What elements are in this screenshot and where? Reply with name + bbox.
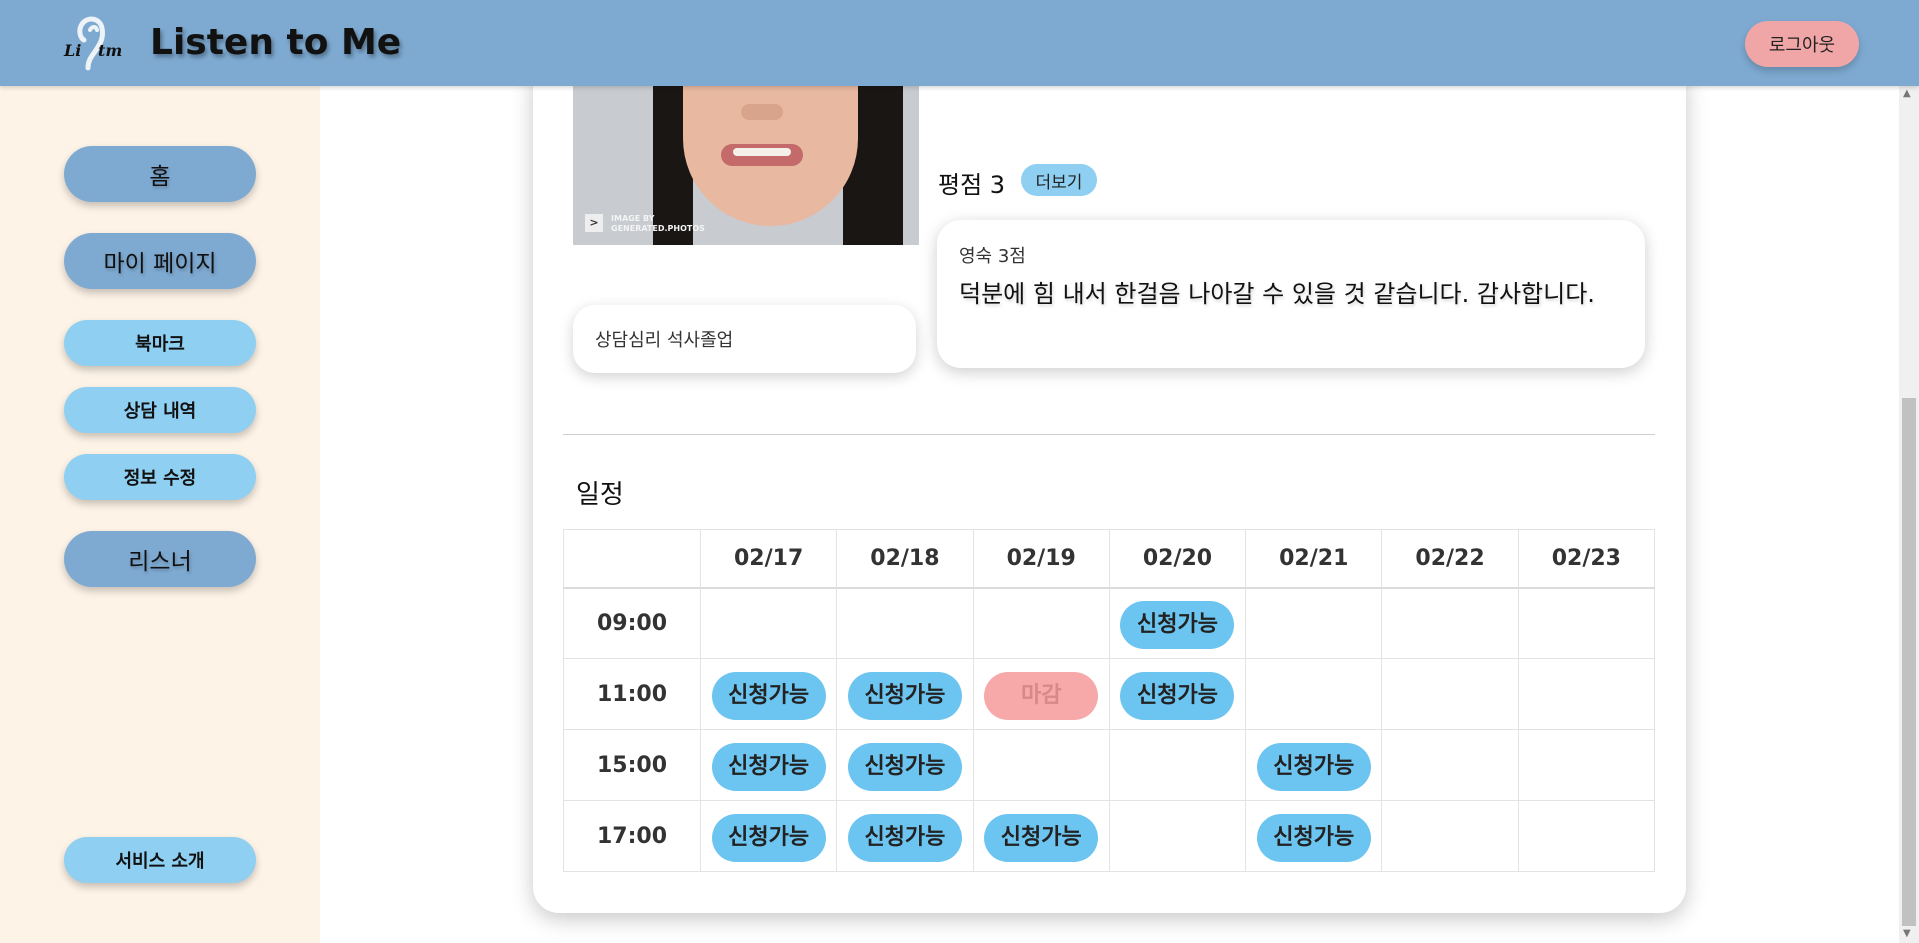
slot-available-button[interactable]: 신청가능 bbox=[847, 672, 962, 720]
schedule-cell: 신청가능 bbox=[1245, 800, 1383, 872]
date-header: 02/19 bbox=[972, 529, 1110, 589]
watermark-icon: > bbox=[585, 214, 603, 232]
schedule-cell bbox=[1517, 587, 1656, 659]
section-divider bbox=[563, 434, 1655, 435]
schedule-cell bbox=[1245, 658, 1383, 730]
sidebar-item-bookmark[interactable]: 북마크 bbox=[64, 320, 256, 366]
slot-available-button[interactable]: 신청가능 bbox=[1256, 743, 1371, 791]
rating-label: 평점 3 bbox=[938, 171, 1006, 199]
date-header: 02/18 bbox=[836, 529, 974, 589]
more-reviews-button[interactable]: 더보기 bbox=[1021, 164, 1097, 196]
schedule-header-row: 02/17 02/18 02/19 02/20 02/21 02/22 02/2… bbox=[563, 529, 1656, 589]
schedule-cell bbox=[1381, 800, 1519, 872]
schedule-title: 일정 bbox=[576, 480, 624, 510]
logo-ear-icon[interactable]: Li tm bbox=[62, 10, 130, 76]
schedule-row: 17:00 신청가능 신청가능 신청가능 신청가능 bbox=[563, 800, 1656, 872]
schedule-cell: 신청가능 bbox=[1108, 587, 1247, 659]
schedule-cell: 신청가능 bbox=[699, 658, 838, 730]
schedule-cell bbox=[836, 587, 974, 659]
review-card: 영숙 3점 덕분에 힘 내서 한걸음 나아갈 수 있을 것 같습니다. 감사합니… bbox=[937, 220, 1645, 368]
app-header: Li tm Listen to Me 로그아웃 bbox=[0, 0, 1919, 86]
schedule-cell bbox=[1108, 800, 1247, 872]
schedule-cell: 신청가능 bbox=[699, 800, 838, 872]
schedule-cell: 신청가능 bbox=[836, 800, 974, 872]
slot-available-button[interactable]: 신청가능 bbox=[984, 814, 1099, 862]
slot-available-button[interactable]: 신청가능 bbox=[847, 814, 962, 862]
scroll-down-arrow-icon[interactable]: ▼ bbox=[1903, 928, 1911, 939]
schedule-table: 02/17 02/18 02/19 02/20 02/21 02/22 02/2… bbox=[563, 529, 1656, 872]
sidebar: 홈 마이 페이지 북마크 상담 내역 정보 수정 리스너 서비스 소개 bbox=[0, 86, 320, 943]
schedule-cell bbox=[1517, 658, 1656, 730]
slot-available-button[interactable]: 신청가능 bbox=[711, 743, 826, 791]
date-header: 02/21 bbox=[1245, 529, 1383, 589]
sidebar-item-service-intro[interactable]: 서비스 소개 bbox=[64, 837, 256, 883]
review-author: 영숙 3점 bbox=[959, 246, 1026, 267]
date-header: 02/23 bbox=[1517, 529, 1656, 589]
slot-available-button[interactable]: 신청가능 bbox=[1256, 814, 1371, 862]
sidebar-item-counsel-history[interactable]: 상담 내역 bbox=[64, 387, 256, 433]
schedule-cell bbox=[1381, 587, 1519, 659]
scrollbar-thumb[interactable] bbox=[1902, 398, 1916, 926]
slot-available-button[interactable]: 신청가능 bbox=[847, 743, 962, 791]
sidebar-item-home[interactable]: 홈 bbox=[64, 146, 256, 202]
schedule-cell bbox=[1381, 729, 1519, 801]
schedule-cell bbox=[1108, 729, 1247, 801]
scroll-up-arrow-icon[interactable]: ▲ bbox=[1903, 88, 1911, 99]
svg-text:Li: Li bbox=[63, 41, 81, 60]
schedule-cell bbox=[1517, 729, 1656, 801]
education-box: 상담심리 석사졸업 bbox=[573, 305, 916, 373]
schedule-cell: 신청가능 bbox=[836, 729, 974, 801]
time-label: 15:00 bbox=[563, 729, 701, 801]
schedule-corner-cell bbox=[563, 529, 701, 589]
schedule-cell bbox=[1381, 658, 1519, 730]
app-title: Listen to Me bbox=[150, 22, 402, 63]
schedule-row: 11:00 신청가능 신청가능 마감 신청가능 bbox=[563, 658, 1656, 730]
sidebar-item-listener[interactable]: 리스너 bbox=[64, 531, 256, 587]
schedule-row: 15:00 신청가능 신청가능 신청가능 bbox=[563, 729, 1656, 801]
schedule-cell: 마감 bbox=[972, 658, 1110, 730]
schedule-cell bbox=[972, 587, 1110, 659]
slot-available-button[interactable]: 신청가능 bbox=[711, 672, 826, 720]
schedule-cell bbox=[1517, 800, 1656, 872]
schedule-cell: 신청가능 bbox=[972, 800, 1110, 872]
slot-available-button[interactable]: 신청가능 bbox=[1120, 672, 1235, 720]
svg-text:tm: tm bbox=[98, 41, 122, 60]
photo-watermark: > IMAGE BY GENERATED.PHOTOS bbox=[585, 214, 705, 234]
sidebar-item-edit-info[interactable]: 정보 수정 bbox=[64, 454, 256, 500]
schedule-cell: 신청가능 bbox=[1108, 658, 1247, 730]
time-label: 11:00 bbox=[563, 658, 701, 730]
schedule-cell bbox=[699, 587, 838, 659]
slot-available-button[interactable]: 신청가능 bbox=[711, 814, 826, 862]
date-header: 02/20 bbox=[1108, 529, 1247, 589]
time-label: 17:00 bbox=[563, 800, 701, 872]
schedule-cell: 신청가능 bbox=[699, 729, 838, 801]
schedule-cell bbox=[1245, 587, 1383, 659]
date-header: 02/17 bbox=[699, 529, 838, 589]
date-header: 02/22 bbox=[1381, 529, 1519, 589]
schedule-cell: 신청가능 bbox=[836, 658, 974, 730]
schedule-cell bbox=[972, 729, 1110, 801]
logout-button[interactable]: 로그아웃 bbox=[1745, 21, 1859, 67]
time-label: 09:00 bbox=[563, 587, 701, 659]
schedule-row: 09:00 신청가능 bbox=[563, 587, 1656, 659]
schedule-cell: 신청가능 bbox=[1245, 729, 1383, 801]
sidebar-item-mypage[interactable]: 마이 페이지 bbox=[64, 233, 256, 289]
slot-available-button[interactable]: 신청가능 bbox=[1120, 601, 1235, 650]
education-text: 상담심리 석사졸업 bbox=[595, 330, 734, 351]
counselor-photo: > IMAGE BY GENERATED.PHOTOS bbox=[573, 86, 919, 245]
slot-closed-badge: 마감 bbox=[984, 672, 1099, 720]
review-text: 덕분에 힘 내서 한걸음 나아갈 수 있을 것 같습니다. 감사합니다. bbox=[959, 280, 1595, 308]
